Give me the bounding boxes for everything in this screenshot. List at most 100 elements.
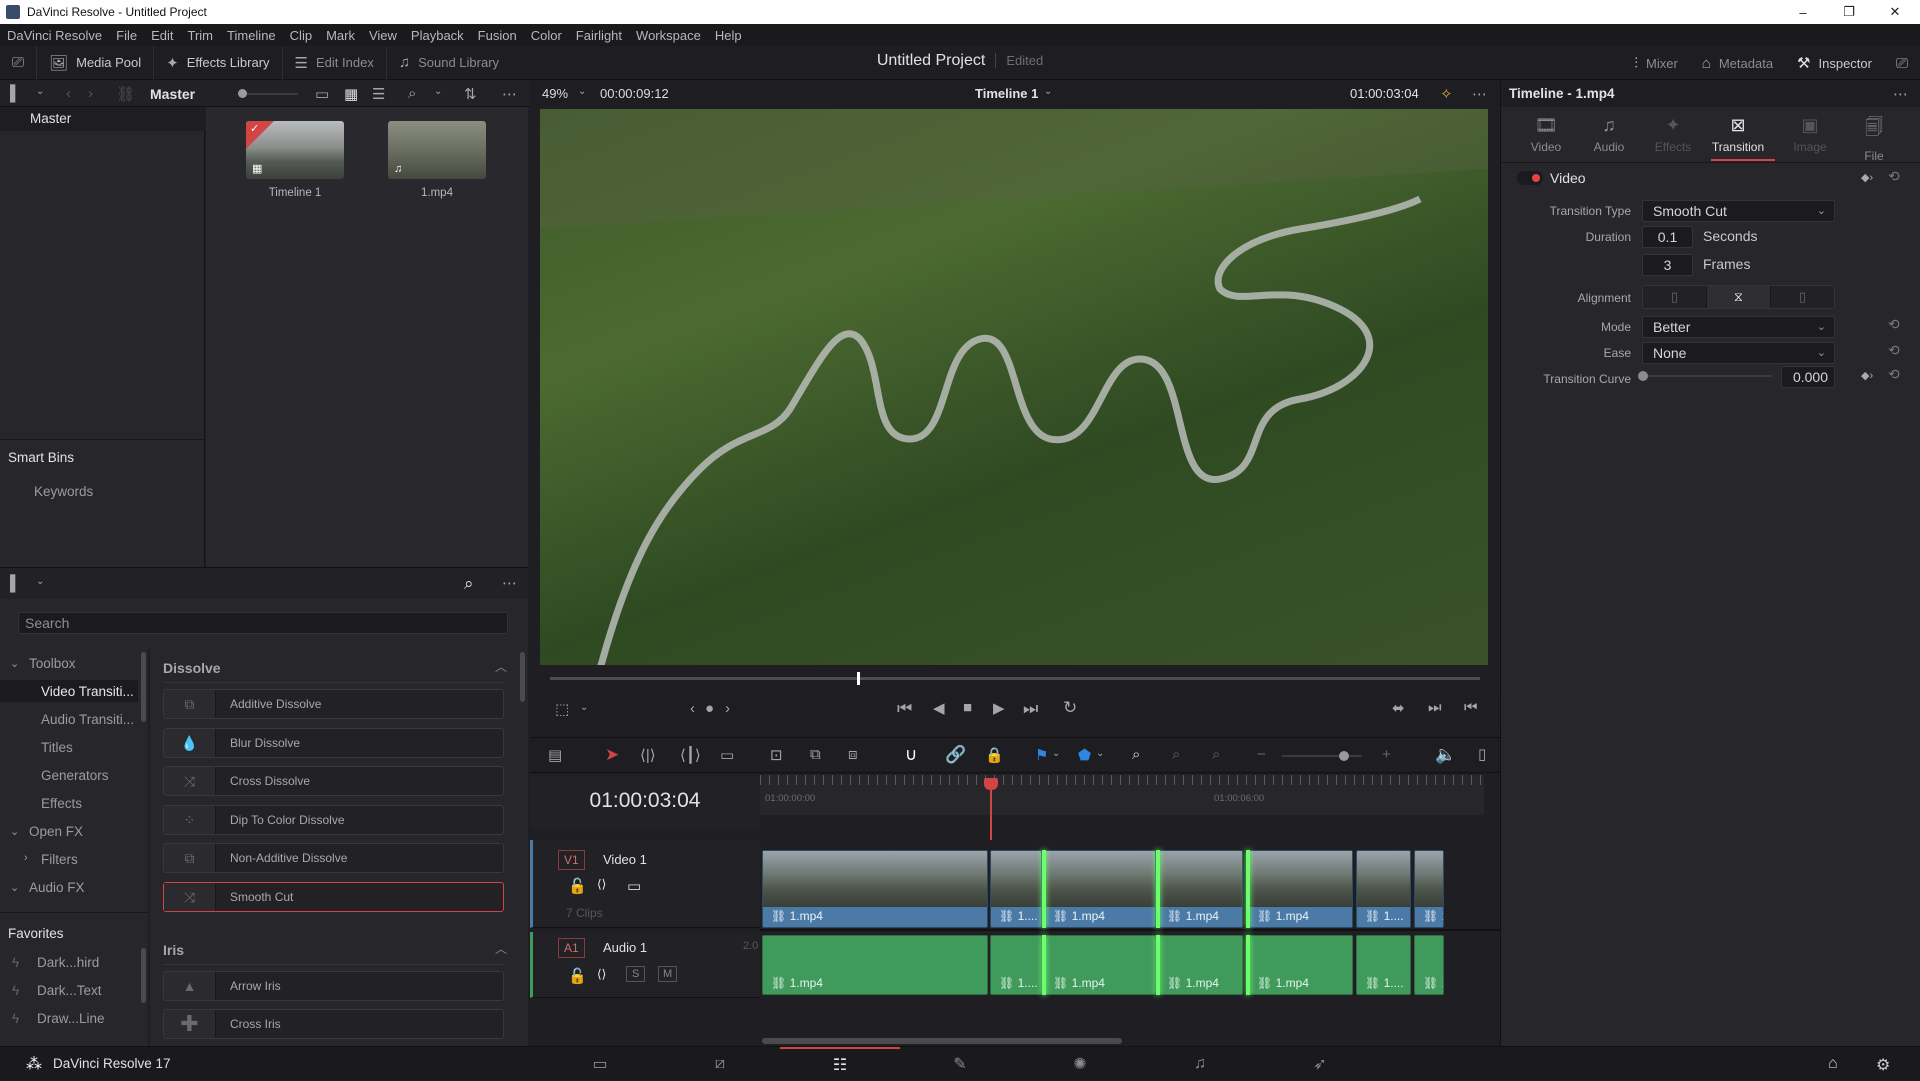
audio-clip[interactable]: ⛓ 1.mp4: [1044, 935, 1156, 995]
video-viewer[interactable]: [540, 109, 1488, 665]
blade-tool-icon[interactable]: ▭: [720, 746, 734, 764]
inspector-button[interactable]: ⚒ Inspector: [1785, 46, 1884, 80]
list-view-icon[interactable]: ☰: [372, 85, 385, 103]
search-icon[interactable]: ⌕: [464, 574, 474, 594]
position-lock-icon[interactable]: 🔒: [985, 746, 1004, 764]
link-icon[interactable]: ⛓: [116, 85, 135, 103]
page-color-button[interactable]: ✺: [1020, 1047, 1140, 1081]
audio-clip[interactable]: ⛓ 1....: [990, 935, 1042, 995]
chevron-down-icon[interactable]: ⌄: [1044, 86, 1052, 97]
align-end-on-edit-button[interactable]: ▯: [1643, 286, 1707, 308]
page-deliver-button[interactable]: ➶: [1260, 1047, 1380, 1081]
favorite-item[interactable]: Dark...Text: [37, 983, 102, 998]
effects-library-button[interactable]: ✦ Effects Library: [154, 45, 283, 80]
match-frame-icon[interactable]: ⬌: [1392, 699, 1405, 717]
more-options-icon[interactable]: ⋯: [1893, 85, 1908, 103]
menu-view[interactable]: View: [362, 28, 404, 43]
back-icon[interactable]: ‹: [66, 85, 71, 102]
video-clip[interactable]: ⛓ 1....: [1356, 850, 1411, 928]
effect-blur-dissolve[interactable]: 💧 Blur Dissolve: [163, 728, 504, 758]
trim-edit-icon[interactable]: ⟨|⟩: [640, 746, 656, 764]
play-icon[interactable]: ▶: [993, 699, 1005, 717]
tree-titles[interactable]: Titles: [41, 740, 73, 755]
more-options-icon[interactable]: ⋯: [502, 85, 517, 103]
zoom-slider-knob[interactable]: [1339, 751, 1350, 761]
tree-filters[interactable]: Filters: [41, 852, 78, 867]
video-clip[interactable]: ⛓ 1....: [990, 850, 1042, 928]
chevron-down-icon[interactable]: ⌄: [1052, 748, 1060, 759]
metadata-button[interactable]: ⌂ Metadata: [1690, 46, 1785, 80]
reset-icon[interactable]: ⟲: [1888, 316, 1900, 333]
tab-file[interactable]: 🗐 File: [1844, 115, 1904, 163]
panel-layout-icon[interactable]: ▌: [10, 85, 21, 102]
maximize-button[interactable]: ❐: [1826, 0, 1872, 24]
chevron-down-icon[interactable]: ⌄: [580, 702, 588, 713]
menu-file[interactable]: File: [109, 28, 144, 43]
bin-master[interactable]: Master: [0, 107, 205, 131]
tree-generators[interactable]: Generators: [41, 768, 109, 783]
ease-dropdown[interactable]: None ⌄: [1642, 342, 1835, 364]
prev-edit-icon[interactable]: ⏮: [1464, 699, 1478, 716]
menu-trim[interactable]: Trim: [181, 28, 221, 43]
tree-audio-fx[interactable]: Audio FX: [29, 880, 85, 895]
duration-frames-input[interactable]: 3: [1642, 254, 1693, 276]
workspace-toggle-button[interactable]: ⎚: [0, 45, 38, 80]
transform-icon[interactable]: ⬚: [555, 700, 569, 718]
clip-thumbnail-1mp4[interactable]: ♫: [388, 121, 486, 179]
insert-clip-icon[interactable]: ⊡: [770, 746, 783, 764]
transition-curve-input[interactable]: 0.000: [1781, 366, 1835, 388]
menu-davinci[interactable]: DaVinci Resolve: [0, 28, 109, 43]
reset-icon[interactable]: ⟲: [1888, 366, 1900, 383]
tab-effects[interactable]: ✦ Effects: [1643, 115, 1703, 154]
grid-view-icon[interactable]: ▦: [344, 85, 358, 103]
timeline-scrollbar[interactable]: [762, 1038, 1122, 1044]
close-button[interactable]: ✕: [1872, 0, 1918, 24]
metadata-view-icon[interactable]: ▭: [315, 85, 329, 103]
linked-selection-icon[interactable]: 🔗: [945, 745, 966, 765]
stop-icon[interactable]: ■: [963, 699, 972, 716]
mode-dropdown[interactable]: Better ⌄: [1642, 316, 1835, 338]
video-clip[interactable]: ⛓ 1....: [1414, 850, 1444, 928]
go-to-end-icon[interactable]: ⏭: [1023, 699, 1038, 719]
tree-scrollbar[interactable]: [141, 652, 146, 722]
fullscreen-toggle-button[interactable]: ⎚: [1884, 46, 1920, 80]
effect-cross-iris[interactable]: ✚ Cross Iris: [163, 1009, 504, 1039]
tab-transition[interactable]: ⊠ Transition: [1708, 115, 1768, 154]
menu-help[interactable]: Help: [708, 28, 749, 43]
video-enable-toggle[interactable]: [1517, 171, 1543, 185]
effect-dip-to-color[interactable]: ⁘ Dip To Color Dissolve: [163, 805, 504, 835]
next-keyframe-icon[interactable]: ›: [725, 700, 730, 717]
align-center-on-edit-button[interactable]: ⧖: [1707, 286, 1771, 308]
menu-fusion[interactable]: Fusion: [471, 28, 524, 43]
dynamic-trim-icon[interactable]: ⟨┃⟩: [680, 746, 701, 764]
scrub-playhead[interactable]: [856, 672, 860, 685]
go-to-start-icon[interactable]: ⏮: [897, 699, 912, 719]
menu-clip[interactable]: Clip: [283, 28, 319, 43]
more-options-icon[interactable]: ⋯: [502, 574, 517, 592]
tab-video[interactable]: 🎞 Video: [1516, 115, 1576, 154]
page-media-button[interactable]: ▭: [540, 1047, 660, 1081]
menu-workspace[interactable]: Workspace: [629, 28, 708, 43]
audio-clip[interactable]: ⛓ 1....: [1414, 935, 1444, 995]
timeline-ruler[interactable]: 01:00:00:00 01:00:06:00: [760, 775, 1484, 815]
video-clip[interactable]: ⛓ 1.mp4: [762, 850, 988, 928]
zoom-out-icon[interactable]: −: [1257, 746, 1266, 763]
effects-search-input[interactable]: Search: [18, 612, 508, 634]
smart-bin-keywords[interactable]: Keywords: [34, 484, 93, 499]
tree-open-fx[interactable]: Open FX: [29, 824, 83, 839]
video-clip[interactable]: ⛓ 1.mp4: [1044, 850, 1156, 928]
reset-icon[interactable]: ⟲: [1888, 168, 1900, 185]
favorites-scrollbar[interactable]: [141, 948, 146, 1003]
audio-clip[interactable]: ⛓ 1....: [1356, 935, 1411, 995]
zoom-in-icon[interactable]: +: [1382, 746, 1391, 763]
zoom-detail-icon[interactable]: ⌕: [1172, 746, 1180, 763]
effect-non-additive-dissolve[interactable]: ⧉ Non-Additive Dissolve: [163, 843, 504, 873]
selection-tool-icon[interactable]: ➤: [605, 745, 619, 765]
audio-meter-icon[interactable]: ▯: [1478, 745, 1486, 763]
favorite-item[interactable]: Dark...hird: [37, 955, 99, 970]
tree-effects[interactable]: Effects: [41, 796, 82, 811]
menu-mark[interactable]: Mark: [319, 28, 362, 43]
sound-library-button[interactable]: ♫ Sound Library: [387, 46, 511, 80]
next-edit-icon[interactable]: ⏭: [1428, 699, 1442, 716]
page-fusion-button[interactable]: ✎: [900, 1047, 1020, 1081]
